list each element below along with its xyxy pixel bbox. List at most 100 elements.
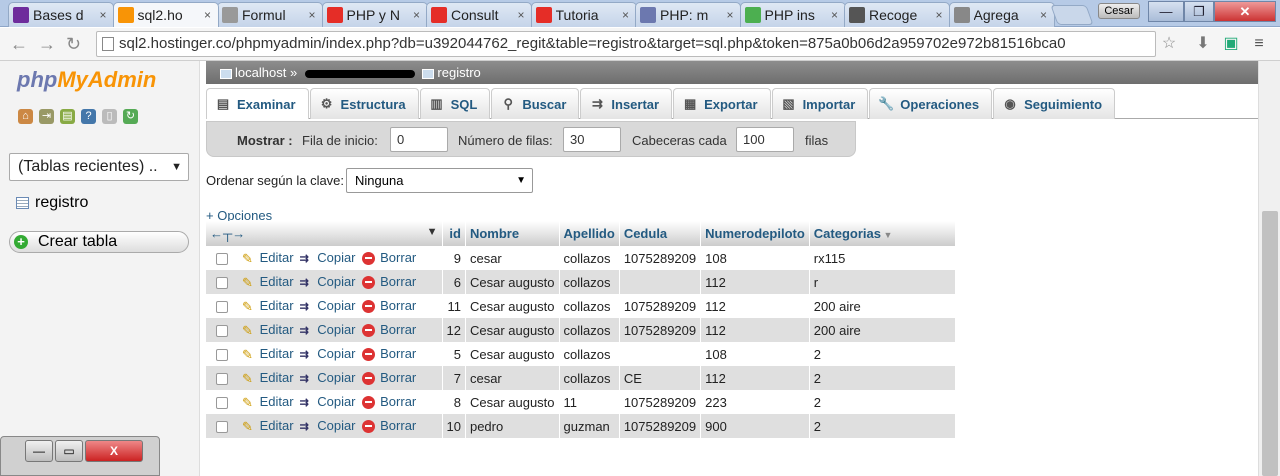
delete-link[interactable]: Borrar: [380, 346, 416, 361]
profile-button[interactable]: Cesar: [1098, 3, 1140, 19]
cell-nombre[interactable]: Cesar augusto: [465, 390, 560, 414]
browser-tab[interactable]: Agrega ×: [948, 2, 1055, 27]
query-window-icon[interactable]: ▤: [60, 109, 75, 124]
edit-link[interactable]: Editar: [260, 250, 294, 265]
cell-categorias[interactable]: 200 aire: [809, 318, 956, 342]
cell-nombre[interactable]: Cesar augusto: [465, 318, 560, 342]
download-icon[interactable]: ⬇: [1192, 33, 1214, 55]
cell-nombre[interactable]: Cesar augusto: [465, 270, 560, 294]
back-icon[interactable]: ←: [10, 34, 28, 55]
breadcrumb-server[interactable]: localhost: [235, 65, 286, 80]
cell-id[interactable]: 9: [442, 246, 466, 270]
column-header-id[interactable]: id: [442, 221, 466, 246]
cell-cedula[interactable]: 1075289209: [619, 246, 702, 270]
delete-link[interactable]: Borrar: [380, 274, 416, 289]
cell-cedula[interactable]: [619, 342, 702, 366]
row-checkbox[interactable]: [216, 396, 228, 409]
tab-insertar[interactable]: ⇉ Insertar: [580, 88, 673, 119]
copy-link[interactable]: Copiar: [317, 274, 355, 289]
breadcrumb-table[interactable]: registro: [437, 65, 480, 80]
close-tab-icon[interactable]: ×: [411, 8, 423, 22]
cell-apellido[interactable]: collazos: [559, 318, 620, 342]
bookmark-star-icon[interactable]: ☆: [1158, 33, 1180, 55]
extension-icon[interactable]: ▣: [1220, 33, 1242, 55]
cell-cedula[interactable]: 1075289209: [619, 414, 702, 438]
cell-categorias[interactable]: 2: [809, 342, 956, 366]
cell-categorias[interactable]: 2: [809, 390, 956, 414]
cell-apellido[interactable]: collazos: [559, 246, 620, 270]
cell-cedula[interactable]: 1075289209: [619, 390, 702, 414]
create-table-button[interactable]: + Crear tabla: [9, 231, 189, 253]
row-checkbox[interactable]: [216, 324, 228, 337]
cell-piloto[interactable]: 112: [700, 318, 810, 342]
row-checkbox[interactable]: [216, 252, 228, 265]
tab-estructura[interactable]: ⚙ Estructura: [309, 88, 419, 119]
tab-exportar[interactable]: ▦ Exportar: [673, 88, 771, 119]
cell-id[interactable]: 8: [442, 390, 466, 414]
cell-categorias[interactable]: r: [809, 270, 956, 294]
close-tab-icon[interactable]: ×: [202, 8, 214, 22]
cell-id[interactable]: 12: [442, 318, 466, 342]
scrollbar-thumb[interactable]: [1262, 211, 1278, 476]
close-button[interactable]: X: [85, 440, 143, 462]
cell-apellido[interactable]: guzman: [559, 414, 620, 438]
cell-id[interactable]: 5: [442, 342, 466, 366]
cell-cedula[interactable]: [619, 270, 702, 294]
browser-tab[interactable]: Bases d ×: [8, 2, 114, 27]
edit-link[interactable]: Editar: [260, 418, 294, 433]
tab-buscar[interactable]: ⚲ Buscar: [491, 88, 580, 119]
delete-link[interactable]: Borrar: [380, 370, 416, 385]
tab-operaciones[interactable]: 🔧 Operaciones: [869, 88, 993, 119]
cell-categorias[interactable]: rx115: [809, 246, 956, 270]
delete-link[interactable]: Borrar: [380, 394, 416, 409]
copy-link[interactable]: Copiar: [317, 322, 355, 337]
cell-cedula[interactable]: CE: [619, 366, 702, 390]
edit-link[interactable]: Editar: [260, 370, 294, 385]
column-header-nombre[interactable]: Nombre: [465, 221, 560, 246]
headers-every-input[interactable]: 100: [736, 127, 794, 152]
start-row-input[interactable]: 0: [390, 127, 448, 152]
cell-piloto[interactable]: 108: [700, 246, 810, 270]
browser-tab[interactable]: sql2.ho ×: [112, 2, 219, 27]
minimize-button[interactable]: —: [1148, 1, 1184, 22]
recent-tables-select[interactable]: (Tablas recientes) .. ▼: [9, 153, 189, 181]
sidebar-item-registro[interactable]: registro: [16, 194, 88, 212]
cell-piloto[interactable]: 108: [700, 342, 810, 366]
copy-link[interactable]: Copiar: [317, 346, 355, 361]
maximize-button[interactable]: ❐: [1184, 1, 1214, 22]
copy-link[interactable]: Copiar: [317, 250, 355, 265]
home-icon[interactable]: ⌂: [18, 109, 33, 124]
cell-cedula[interactable]: 1075289209: [619, 318, 702, 342]
browser-tab[interactable]: Tutoria ×: [530, 2, 637, 27]
close-tab-icon[interactable]: ×: [933, 8, 945, 22]
row-checkbox[interactable]: [216, 300, 228, 313]
column-resize-header[interactable]: ←┬→ ▼: [206, 221, 443, 246]
menu-icon[interactable]: ≡: [1248, 33, 1270, 55]
close-tab-icon[interactable]: ×: [97, 8, 109, 22]
row-checkbox[interactable]: [216, 276, 228, 289]
cell-piloto[interactable]: 112: [700, 294, 810, 318]
cell-categorias[interactable]: 2: [809, 414, 956, 438]
close-window-button[interactable]: ✕: [1214, 1, 1276, 22]
row-checkbox[interactable]: [216, 372, 228, 385]
browser-tab[interactable]: PHP: m ×: [635, 2, 741, 27]
cell-id[interactable]: 7: [442, 366, 466, 390]
copy-link[interactable]: Copiar: [317, 394, 355, 409]
cell-apellido[interactable]: collazos: [559, 294, 620, 318]
cell-nombre[interactable]: Cesar augusto: [465, 342, 560, 366]
address-bar[interactable]: sql2.hostinger.co/phpmyadmin/index.php?d…: [96, 31, 1156, 57]
tab-importar[interactable]: ▧ Importar: [771, 88, 869, 119]
cell-piloto[interactable]: 223: [700, 390, 810, 414]
column-header-categorias[interactable]: Categorias ▼: [809, 221, 956, 246]
browser-tab[interactable]: Formul ×: [217, 2, 323, 27]
help-icon[interactable]: ?: [81, 109, 96, 124]
cell-piloto[interactable]: 900: [700, 414, 810, 438]
cell-apellido[interactable]: collazos: [559, 342, 620, 366]
close-tab-icon[interactable]: ×: [515, 8, 527, 22]
cell-apellido[interactable]: collazos: [559, 270, 620, 294]
new-tab-button[interactable]: [1050, 5, 1094, 25]
logout-icon[interactable]: ⇥: [39, 109, 54, 124]
cell-categorias[interactable]: 2: [809, 366, 956, 390]
browser-tab[interactable]: Recoge ×: [844, 2, 950, 27]
reload-icon[interactable]: ↻: [66, 34, 81, 55]
